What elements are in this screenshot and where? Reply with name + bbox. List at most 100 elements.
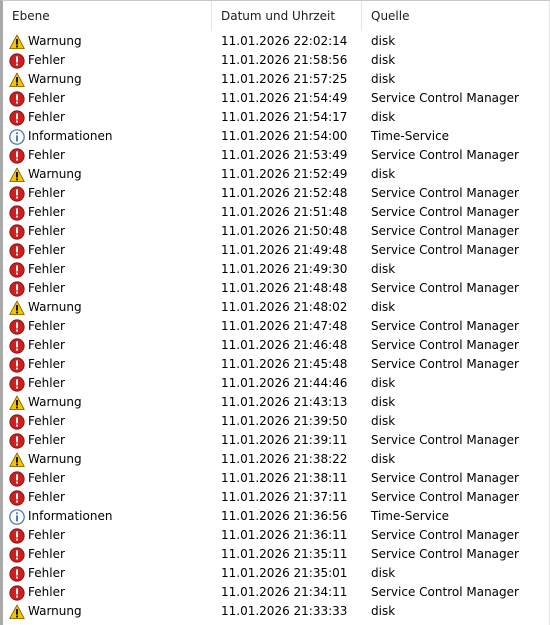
- table-row[interactable]: Warnung 11.01.2026 21:57:25 disk: [3, 70, 549, 89]
- datetime-cell: 11.01.2026 21:35:11: [221, 547, 348, 561]
- source-cell: Service Control Manager: [371, 528, 519, 542]
- warning-icon: [9, 452, 25, 468]
- datetime-cell: 11.01.2026 21:58:56: [221, 53, 348, 67]
- table-row[interactable]: Fehler 11.01.2026 21:51:48 Service Control…: [3, 203, 549, 222]
- warning-icon: [9, 300, 25, 316]
- table-row[interactable]: Fehler 11.01.2026 21:45:48 Service Control…: [3, 355, 549, 374]
- table-row[interactable]: Fehler 11.01.2026 21:35:11 Service Control…: [3, 545, 549, 564]
- level-cell: Warnung: [3, 450, 212, 469]
- table-row[interactable]: Fehler 11.01.2026 21:47:48 Service Control…: [3, 317, 549, 336]
- datetime-cell: 11.01.2026 21:51:48: [221, 205, 348, 219]
- table-row[interactable]: Informationen 11.01.2026 21:36:56 Time-Ser…: [3, 507, 549, 526]
- error-icon: [9, 356, 25, 373]
- table-row[interactable]: Fehler 11.01.2026 21:34:11 Service Control…: [3, 583, 549, 602]
- column-header-level[interactable]: Ebene: [3, 1, 212, 31]
- table-row[interactable]: Fehler 11.01.2026 21:53:49 Service Control…: [3, 146, 549, 165]
- level-cell: Warnung: [3, 70, 212, 89]
- source-cell: Service Control Manager: [371, 357, 519, 371]
- table-row[interactable]: Fehler 11.01.2026 21:39:11 Service Control…: [3, 431, 549, 450]
- datetime-cell: 11.01.2026 21:36:56: [221, 509, 348, 523]
- level-cell: Fehler: [3, 260, 212, 279]
- datetime-cell: 11.01.2026 21:33:33: [221, 604, 348, 618]
- level-label: Warnung: [28, 72, 82, 86]
- datetime-cell: 11.01.2026 21:49:30: [221, 262, 348, 276]
- datetime-cell: 11.01.2026 21:50:48: [221, 224, 348, 238]
- error-icon: [9, 375, 25, 392]
- level-label: Fehler: [28, 243, 65, 257]
- table-row[interactable]: Fehler 11.01.2026 21:35:01 disk: [3, 564, 549, 583]
- source-cell: Service Control Manager: [371, 338, 519, 352]
- level-label: Fehler: [28, 281, 65, 295]
- source-cell: disk: [371, 300, 396, 314]
- level-label: Fehler: [28, 205, 65, 219]
- table-row[interactable]: Warnung 11.01.2026 21:38:22 disk: [3, 450, 549, 469]
- column-header-datetime[interactable]: Datum und Uhrzeit: [212, 1, 362, 31]
- source-cell: Time-Service: [371, 509, 450, 523]
- datetime-cell: 11.01.2026 21:48:02: [221, 300, 348, 314]
- error-icon: [9, 470, 25, 487]
- error-icon: [9, 52, 25, 69]
- table-row[interactable]: Fehler 11.01.2026 21:54:17 disk: [3, 108, 549, 127]
- table-row[interactable]: Fehler 11.01.2026 21:50:48 Service Control…: [3, 222, 549, 241]
- table-row[interactable]: Informationen 11.01.2026 21:54:00 Time-Ser…: [3, 127, 549, 146]
- level-label: Informationen: [28, 509, 113, 523]
- datetime-cell: 11.01.2026 21:34:11: [221, 585, 348, 599]
- table-row[interactable]: Warnung 11.01.2026 21:33:33 disk: [3, 602, 549, 621]
- level-label: Fehler: [28, 53, 65, 67]
- level-label: Fehler: [28, 547, 65, 561]
- datetime-cell: 11.01.2026 21:47:48: [221, 319, 348, 333]
- table-row[interactable]: Fehler 11.01.2026 21:54:49 Service Control…: [3, 89, 549, 108]
- table-row[interactable]: Warnung 11.01.2026 21:43:13 disk: [3, 393, 549, 412]
- datetime-cell: 11.01.2026 21:49:48: [221, 243, 348, 257]
- level-cell: Warnung: [3, 602, 212, 621]
- datetime-cell: 11.01.2026 21:57:25: [221, 72, 348, 86]
- source-cell: Service Control Manager: [371, 186, 519, 200]
- table-row[interactable]: Fehler 11.01.2026 21:36:11 Service Control…: [3, 526, 549, 545]
- table-row[interactable]: Fehler 11.01.2026 21:46:48 Service Control…: [3, 336, 549, 355]
- table-row[interactable]: Warnung 11.01.2026 21:52:49 disk: [3, 165, 549, 184]
- level-cell: Fehler: [3, 108, 212, 127]
- level-cell: Warnung: [3, 393, 212, 412]
- level-label: Fehler: [28, 414, 65, 428]
- table-row[interactable]: Fehler 11.01.2026 21:49:30 disk: [3, 260, 549, 279]
- table-row[interactable]: Fehler 11.01.2026 21:58:56 disk: [3, 51, 549, 70]
- level-cell: Informationen: [3, 507, 212, 526]
- table-row[interactable]: Fehler 11.01.2026 21:39:50 disk: [3, 412, 549, 431]
- table-row[interactable]: Fehler 11.01.2026 21:38:11 Service Control…: [3, 469, 549, 488]
- table-row[interactable]: Warnung 11.01.2026 22:02:14 disk: [3, 32, 549, 51]
- table-row[interactable]: Fehler 11.01.2026 21:48:48 Service Control…: [3, 279, 549, 298]
- table-row[interactable]: Fehler 11.01.2026 21:49:48 Service Control…: [3, 241, 549, 260]
- table-row[interactable]: Fehler 11.01.2026 21:37:11 Service Control…: [3, 488, 549, 507]
- table-row[interactable]: Fehler 11.01.2026 21:44:46 disk: [3, 374, 549, 393]
- source-cell: disk: [371, 566, 396, 580]
- level-label: Fehler: [28, 471, 65, 485]
- warning-icon: [9, 72, 25, 88]
- column-header-source[interactable]: Quelle: [362, 1, 549, 31]
- error-icon: [9, 185, 25, 202]
- datetime-cell: 11.01.2026 22:02:14: [221, 34, 348, 48]
- level-cell: Fehler: [3, 146, 212, 165]
- level-label: Fehler: [28, 148, 65, 162]
- level-cell: Warnung: [3, 165, 212, 184]
- error-icon: [9, 565, 25, 582]
- warning-icon: [9, 395, 25, 411]
- source-cell: disk: [371, 34, 396, 48]
- level-cell: Informationen: [3, 127, 212, 146]
- level-cell: Fehler: [3, 488, 212, 507]
- error-icon: [9, 432, 25, 449]
- table-row[interactable]: Fehler 11.01.2026 21:52:48 Service Control…: [3, 184, 549, 203]
- level-label: Warnung: [28, 604, 82, 618]
- table-row[interactable]: Warnung 11.01.2026 21:48:02 disk: [3, 298, 549, 317]
- level-label: Fehler: [28, 376, 65, 390]
- level-label: Fehler: [28, 224, 65, 238]
- warning-icon: [9, 34, 25, 50]
- datetime-cell: 11.01.2026 21:37:11: [221, 490, 348, 504]
- level-label: Fehler: [28, 433, 65, 447]
- error-icon: [9, 280, 25, 297]
- source-cell: disk: [371, 72, 396, 86]
- error-icon: [9, 242, 25, 259]
- level-label: Fehler: [28, 490, 65, 504]
- level-cell: Fehler: [3, 89, 212, 108]
- datetime-cell: 11.01.2026 21:43:13: [221, 395, 348, 409]
- source-cell: Service Control Manager: [371, 547, 519, 561]
